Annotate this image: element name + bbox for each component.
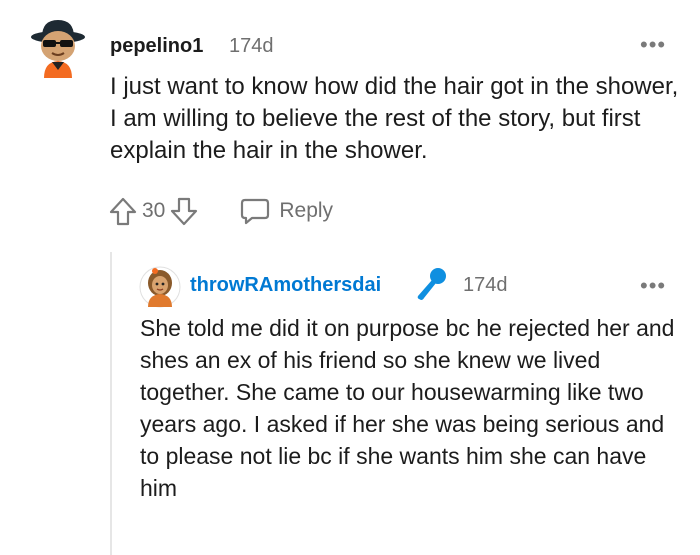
comment-body: I just want to know how did the hair got… — [110, 73, 679, 164]
speech-bubble-icon — [241, 198, 270, 225]
thread-line[interactable] — [110, 252, 112, 555]
reply-more-options-icon[interactable]: ••• — [640, 275, 666, 297]
user-avatar[interactable] — [30, 16, 86, 78]
comment-thread: pepelino1 174d ••• I just want to know h… — [0, 0, 700, 555]
comment-username[interactable]: pepelino1 — [110, 34, 203, 58]
reply-body: She told me did it on purpose bc he reje… — [140, 315, 675, 501]
reply-button[interactable]: Reply — [239, 195, 333, 227]
comment-more-options-icon[interactable]: ••• — [640, 34, 666, 56]
reply-label: Reply — [279, 199, 334, 222]
arrow-down-outline-icon[interactable] — [169, 195, 199, 227]
reply-username[interactable]: throwRAmothersdai — [190, 273, 381, 297]
arrow-up-outline-icon[interactable] — [108, 195, 138, 227]
comment-actions: 30 Reply — [108, 194, 333, 228]
reply-user-avatar[interactable] — [139, 266, 181, 308]
microphone-icon — [417, 268, 446, 300]
vote-count: 30 — [142, 199, 166, 222]
comment-timestamp: 174d — [229, 35, 274, 57]
reply-timestamp: 174d — [463, 274, 508, 296]
